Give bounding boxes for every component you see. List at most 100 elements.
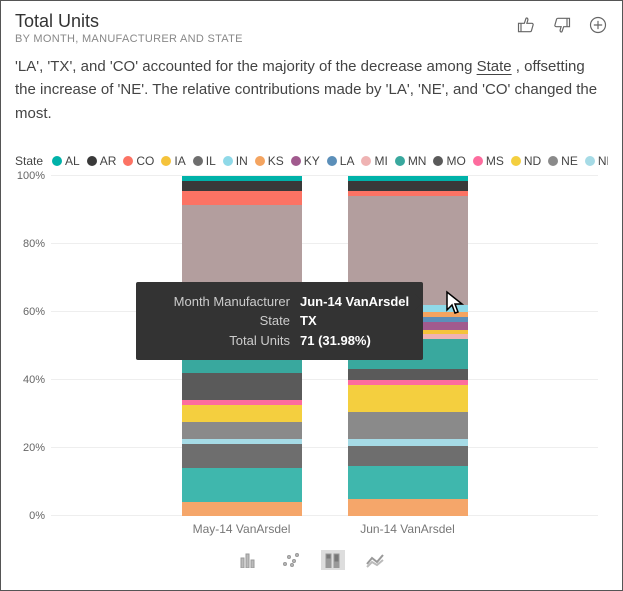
legend-item-label: MS	[486, 154, 504, 168]
legend-dot-icon	[585, 156, 595, 166]
insight-card: Total Units BY MONTH, MANUFACTURER AND S…	[0, 0, 623, 591]
legend-item-label: MN	[408, 154, 427, 168]
header-actions	[516, 11, 608, 40]
bar-segment[interactable]	[182, 181, 302, 191]
legend-dot-icon	[511, 156, 521, 166]
legend-dot-icon	[361, 156, 371, 166]
insight-link[interactable]: State	[477, 58, 512, 75]
legend-item[interactable]: MI	[361, 154, 387, 168]
bar-segment[interactable]	[182, 502, 302, 516]
tooltip-key: Month Manufacturer	[150, 292, 290, 312]
legend-dot-icon	[473, 156, 483, 166]
bar-segment[interactable]	[182, 373, 302, 400]
legend-item-label: IN	[236, 154, 248, 168]
legend-item-label: AL	[65, 154, 80, 168]
legend-item-label: AR	[100, 154, 117, 168]
bar-segment[interactable]	[348, 181, 468, 191]
y-tick-label: 100%	[17, 170, 45, 182]
bar-segment[interactable]	[348, 412, 468, 439]
legend-item[interactable]: ND	[511, 154, 541, 168]
y-tick-label: 0%	[29, 510, 45, 522]
card-title: Total Units	[15, 11, 516, 32]
tooltip-value: TX	[300, 311, 317, 331]
bar-segment[interactable]	[348, 385, 468, 412]
bar-segment[interactable]	[182, 468, 302, 502]
scatter-icon[interactable]	[279, 550, 303, 570]
bar-segment[interactable]	[182, 422, 302, 439]
ribbon-icon[interactable]	[363, 550, 387, 570]
bar-segment[interactable]	[182, 444, 302, 468]
legend-item-label: LA	[340, 154, 355, 168]
x-tick-label: Jun-14 VanArsdel	[348, 522, 468, 536]
bar-segment[interactable]	[348, 446, 468, 466]
legend: State ALARCOIAILINKSKYLAMIMNMOMSNDNENM ▶	[15, 153, 608, 170]
thumbs-down-icon[interactable]	[552, 15, 572, 40]
legend-item-label: CO	[136, 154, 154, 168]
legend-item[interactable]: NE	[548, 154, 578, 168]
legend-item[interactable]: IL	[193, 154, 216, 168]
legend-item-label: MO	[446, 154, 465, 168]
chart-plot: 0%20%40%60%80%100% Month ManufacturerJun…	[51, 176, 598, 516]
legend-item[interactable]: CO	[123, 154, 154, 168]
x-tick-label: May-14 VanArsdel	[182, 522, 302, 536]
legend-dot-icon	[123, 156, 133, 166]
legend-item[interactable]: AL	[52, 154, 80, 168]
bar-segment[interactable]	[348, 369, 468, 379]
legend-item[interactable]: KY	[291, 154, 320, 168]
legend-item[interactable]: AR	[87, 154, 117, 168]
legend-dot-icon	[223, 156, 233, 166]
legend-dot-icon	[255, 156, 265, 166]
legend-dot-icon	[395, 156, 405, 166]
legend-item[interactable]: LA	[327, 154, 355, 168]
chart-type-switcher	[15, 550, 608, 570]
bar-segment[interactable]	[182, 405, 302, 422]
card-subtitle: BY MONTH, MANUFACTURER AND STATE	[15, 33, 516, 45]
legend-item[interactable]: NM	[585, 154, 608, 168]
y-tick-label: 20%	[23, 442, 45, 454]
thumbs-up-icon[interactable]	[516, 15, 536, 40]
legend-dot-icon	[327, 156, 337, 166]
legend-item[interactable]: IN	[223, 154, 248, 168]
legend-item[interactable]: KS	[255, 154, 284, 168]
legend-item-label: NE	[561, 154, 578, 168]
chart-tooltip: Month Manufacturer Jun-14 VanArsdel State…	[136, 282, 423, 361]
legend-item-label: NM	[598, 154, 608, 168]
legend-dot-icon	[548, 156, 558, 166]
legend-dot-icon	[52, 156, 62, 166]
legend-item[interactable]: MO	[433, 154, 465, 168]
legend-item-label: IL	[206, 154, 216, 168]
y-tick-label: 80%	[23, 238, 45, 250]
legend-item-label: IA	[174, 154, 185, 168]
legend-dot-icon	[291, 156, 301, 166]
insight-pre: 'LA', 'TX', and 'CO' accounted for the m…	[15, 58, 477, 75]
legend-item-label: ND	[524, 154, 541, 168]
legend-dot-icon	[433, 156, 443, 166]
bar-segment[interactable]	[182, 191, 302, 205]
tooltip-value: 71 (31.98%)	[300, 331, 371, 351]
legend-dot-icon	[161, 156, 171, 166]
bar-segment[interactable]	[348, 439, 468, 446]
bar-segment[interactable]	[348, 466, 468, 498]
legend-dot-icon	[87, 156, 97, 166]
bar-segment[interactable]	[348, 499, 468, 516]
x-axis: May-14 VanArsdel Jun-14 VanArsdel	[51, 522, 598, 536]
add-icon[interactable]	[588, 15, 608, 40]
tooltip-key: State	[150, 311, 290, 331]
header: Total Units BY MONTH, MANUFACTURER AND S…	[15, 11, 608, 45]
tooltip-key: Total Units	[150, 331, 290, 351]
legend-item-label: KS	[268, 154, 284, 168]
clustered-bar-icon[interactable]	[237, 550, 261, 570]
legend-title: State	[15, 154, 43, 168]
y-tick-label: 60%	[23, 306, 45, 318]
legend-item[interactable]: MS	[473, 154, 504, 168]
legend-item[interactable]: IA	[161, 154, 185, 168]
y-tick-label: 40%	[23, 374, 45, 386]
title-block: Total Units BY MONTH, MANUFACTURER AND S…	[15, 11, 516, 45]
legend-item-label: KY	[304, 154, 320, 168]
insight-text: 'LA', 'TX', and 'CO' accounted for the m…	[15, 55, 608, 125]
y-axis: 0%20%40%60%80%100%	[15, 176, 51, 516]
legend-item[interactable]: MN	[395, 154, 427, 168]
legend-item-label: MI	[374, 154, 387, 168]
stacked-bar-icon[interactable]	[321, 550, 345, 570]
tooltip-value: Jun-14 VanArsdel	[300, 292, 409, 312]
